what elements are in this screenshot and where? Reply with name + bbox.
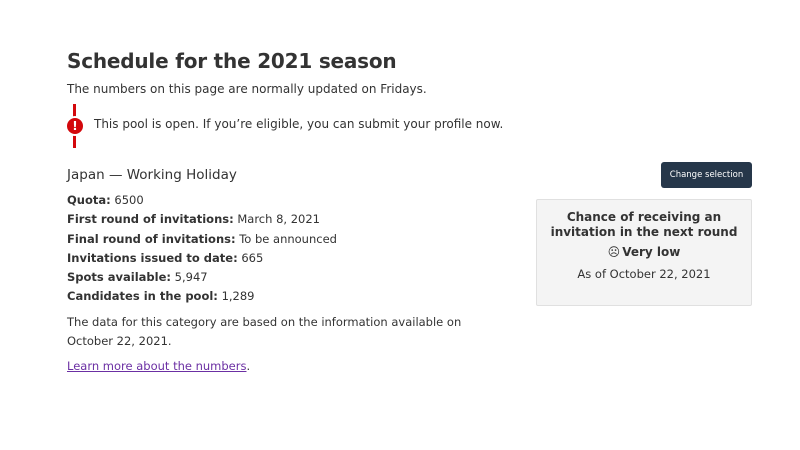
stat-label: Candidates in the pool:	[67, 289, 218, 304]
change-selection-button[interactable]: Change selection	[661, 162, 752, 188]
chance-value-row: ☹ Very low	[537, 245, 751, 259]
stat-value: 665	[241, 250, 264, 265]
stat-label: Spots available:	[67, 270, 171, 285]
stat-label: Invitations issued to date:	[67, 250, 238, 265]
chance-as-of: As of October 22, 2021	[577, 267, 711, 281]
stat-candidates-in-pool: Candidates in the pool: 1,289	[67, 288, 337, 307]
pool-open-alert: ! This pool is open. If you’re eligible,…	[67, 104, 567, 148]
stat-first-round: First round of invitations: March 8, 202…	[67, 211, 337, 230]
stat-label: Final round of invitations:	[67, 231, 236, 246]
learn-more-suffix: .	[246, 359, 251, 373]
learn-more-paragraph: Learn more about the numbers.	[67, 359, 250, 373]
learn-more-link[interactable]: Learn more about the numbers	[67, 359, 246, 373]
sad-face-icon: ☹	[607, 245, 621, 259]
stat-final-round: Final round of invitations: To be announ…	[67, 231, 337, 250]
data-note: The data for this category are based on …	[67, 315, 462, 348]
stat-value: 6500	[114, 193, 144, 207]
chance-heading: Chance of receiving an invitation in the…	[550, 210, 738, 239]
category-stats: Quota: 6500 First round of invitations: …	[67, 192, 337, 308]
stat-value: March 8, 2021	[237, 212, 320, 227]
chance-value: Very low	[622, 245, 681, 259]
stat-value: 1,289	[221, 289, 255, 304]
exclamation-circle-icon: !	[67, 118, 83, 134]
chance-panel: Chance of receiving an invitation in the…	[536, 199, 752, 306]
stat-spots-available: Spots available: 5,947	[67, 269, 337, 288]
stat-quota: Quota: 6500	[67, 192, 337, 211]
stat-value: 5,947	[174, 270, 208, 285]
stat-label: Quota:	[67, 193, 111, 207]
page-subtitle: The numbers on this page are normally up…	[67, 82, 427, 96]
stat-label: First round of invitations:	[67, 212, 234, 227]
category-title: Japan — Working Holiday	[67, 167, 237, 183]
page-title: Schedule for the 2021 season	[67, 49, 397, 73]
stat-value: To be announced	[239, 231, 337, 246]
alert-text: This pool is open. If you’re eligible, y…	[94, 117, 504, 131]
stat-invitations-issued: Invitations issued to date: 665	[67, 250, 337, 269]
